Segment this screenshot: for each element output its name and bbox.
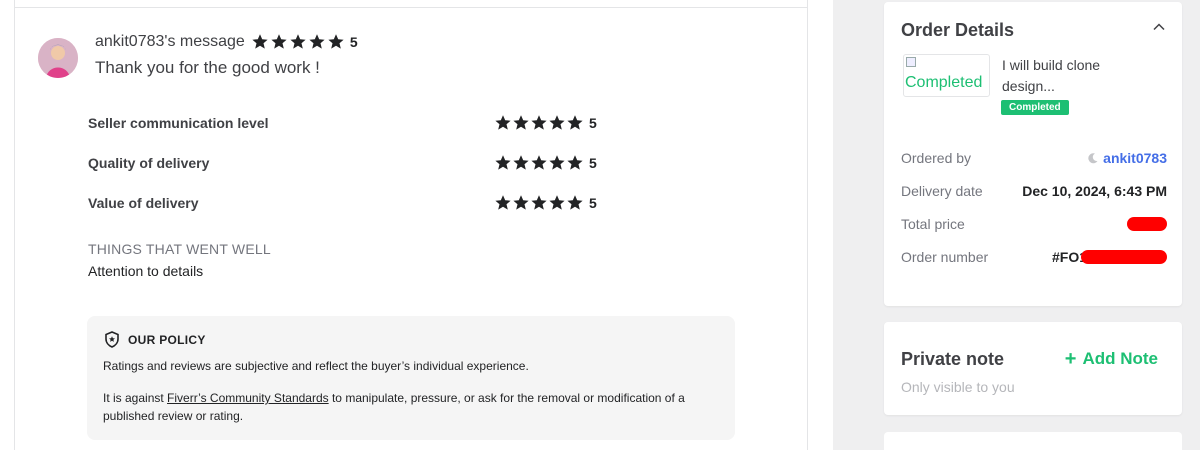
rating-stars [494, 114, 584, 132]
ordered-by-label: Ordered by [901, 150, 972, 166]
rating-label: Seller communication level [88, 115, 269, 131]
plus-icon: + [1064, 347, 1077, 370]
star-icon [494, 114, 512, 132]
redaction-mark [1081, 250, 1167, 264]
went-well-heading: THINGS THAT WENT WELL [88, 241, 271, 257]
rating-stars [494, 154, 584, 172]
star-icon [494, 154, 512, 172]
star-icon [566, 114, 584, 132]
ordered-by-user-link[interactable]: ankit0783 [1087, 150, 1167, 166]
star-icon [512, 194, 530, 212]
star-icon [251, 33, 269, 51]
star-icon [548, 194, 566, 212]
buyer-avatar[interactable] [38, 38, 78, 78]
rating-score: 5 [589, 115, 597, 131]
review-header: ankit0783's message 5 [95, 33, 358, 51]
order-number-row: Order number #FO1 [901, 247, 1167, 267]
order-details-title: Order Details [901, 20, 1015, 40]
redaction-mark [1127, 217, 1167, 231]
star-icon [530, 114, 548, 132]
delivery-date-label: Delivery date [901, 183, 983, 199]
rating-row-communication: Seller communication level 5 [88, 112, 608, 134]
star-icon [494, 194, 512, 212]
star-icon [308, 33, 326, 51]
star-icon [566, 194, 584, 212]
rating-stars [494, 194, 584, 212]
rating-score: 5 [589, 195, 597, 211]
star-icon [270, 33, 288, 51]
ordered-by-row: Ordered by ankit0783 [901, 148, 1167, 168]
add-note-label: Add Note [1082, 349, 1158, 368]
policy-text-before: It is against [103, 391, 168, 405]
rating-row-value: Value of delivery 5 [88, 192, 608, 214]
policy-box: OUR POLICY Ratings and reviews are subje… [87, 316, 735, 440]
community-standards-link[interactable]: Fiverr’s Community Standards [167, 391, 329, 405]
order-number-label: Order number [901, 249, 989, 265]
star-icon [512, 154, 530, 172]
status-badge: Completed [1001, 100, 1069, 115]
star-icon [512, 114, 530, 132]
moon-icon [1087, 152, 1099, 164]
rating-row-quality: Quality of delivery 5 [88, 152, 608, 174]
rating-score: 5 [589, 155, 597, 171]
shield-star-icon [104, 331, 120, 348]
went-well-item: Attention to details [88, 263, 204, 279]
delivery-date-row: Delivery date Dec 10, 2024, 6:43 PM [901, 181, 1167, 201]
rating-label: Quality of delivery [88, 155, 210, 171]
private-note-title: Private note [901, 349, 1005, 369]
broken-image-icon [906, 57, 916, 67]
policy-paragraph-1: Ratings and reviews are subjective and r… [103, 359, 529, 373]
star-icon [327, 33, 345, 51]
chevron-up-icon[interactable] [1152, 20, 1166, 34]
policy-header: OUR POLICY [104, 331, 206, 348]
overall-rating-stars [251, 33, 345, 51]
gig-title[interactable]: I will build clone design... [1002, 55, 1152, 97]
delivery-date-value: Dec 10, 2024, 6:43 PM [1022, 183, 1167, 199]
ordered-by-username: ankit0783 [1103, 150, 1167, 166]
star-icon [530, 194, 548, 212]
star-icon [530, 154, 548, 172]
star-icon [566, 154, 584, 172]
gig-thumbnail[interactable]: Completed [903, 54, 990, 97]
policy-paragraph-2: It is against Fiverr’s Community Standar… [103, 389, 723, 425]
order-number-value: #FO1 [1052, 249, 1167, 265]
total-price-row: Total price [901, 214, 1167, 234]
review-author-title: ankit0783's message [95, 33, 245, 50]
star-icon [548, 154, 566, 172]
add-note-button[interactable]: + Add Note [1065, 349, 1158, 369]
total-price-label: Total price [901, 216, 965, 232]
policy-title: OUR POLICY [128, 332, 206, 347]
overall-rating-score: 5 [349, 34, 358, 50]
order-details-card: Order Details Completed I will build clo… [884, 2, 1182, 306]
private-note-card: Private note Only visible to you + Add N… [884, 322, 1182, 415]
sidebar-card-partial [884, 432, 1182, 450]
thumbnail-alt-text: Completed [905, 74, 983, 91]
private-note-subtitle: Only visible to you [901, 379, 1015, 395]
star-icon [289, 33, 307, 51]
review-message: Thank you for the good work ! [95, 58, 320, 77]
star-icon [548, 114, 566, 132]
rating-label: Value of delivery [88, 195, 199, 211]
